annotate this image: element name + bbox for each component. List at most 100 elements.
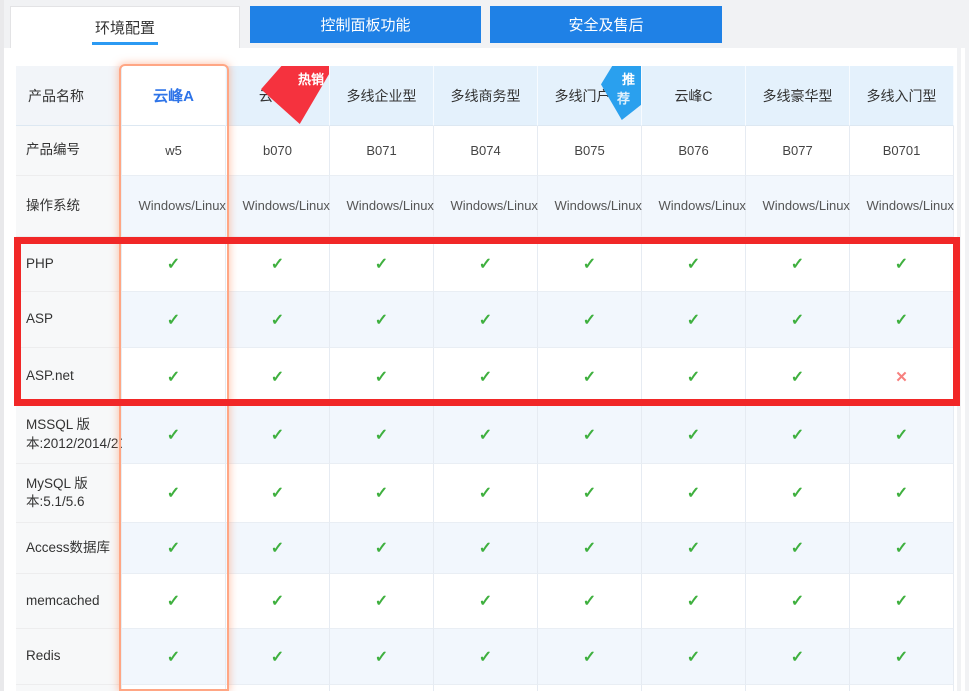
- data-cell: B077: [746, 126, 850, 176]
- data-cell: b070: [226, 126, 330, 176]
- tab-control-panel-features[interactable]: 控制面板功能: [250, 6, 481, 43]
- check-icon: ✓: [791, 538, 804, 558]
- check-icon: ✓: [895, 538, 908, 558]
- data-cell: ✓: [850, 237, 954, 292]
- data-cell: Windows/Linux: [538, 176, 642, 237]
- check-icon: ✓: [167, 310, 180, 330]
- product-header-cell: 多线商务型: [434, 66, 538, 126]
- check-icon: ✓: [271, 538, 284, 558]
- data-cell: ✓: [434, 348, 538, 406]
- recommend-badge-label: 荐: [617, 88, 630, 107]
- data-cell: ✓: [434, 523, 538, 574]
- data-cell: ✓: [434, 574, 538, 629]
- corner-header-label: 产品名称: [28, 86, 84, 106]
- check-icon: ✓: [167, 254, 180, 274]
- data-cell: B076: [642, 126, 746, 176]
- data-cell: [330, 685, 434, 691]
- row-label: ASP: [26, 310, 53, 328]
- data-cell: ✓: [330, 629, 434, 685]
- data-cell: ✓: [642, 523, 746, 574]
- data-cell: ✓: [746, 348, 850, 406]
- data-cell: [850, 685, 954, 691]
- data-cell: Windows/Linux: [642, 176, 746, 237]
- cross-icon: ✕: [895, 368, 908, 386]
- data-cell: ✓: [642, 348, 746, 406]
- check-icon: ✓: [895, 254, 908, 274]
- check-icon: ✓: [167, 367, 180, 387]
- scrollbar[interactable]: [961, 48, 965, 691]
- check-icon: ✓: [375, 310, 388, 330]
- check-icon: ✓: [167, 483, 180, 503]
- check-icon: ✓: [687, 310, 700, 330]
- os-value: Windows/Linux: [139, 196, 209, 217]
- product-name: 云峰C: [674, 86, 712, 106]
- tab-label: 安全及售后: [568, 14, 643, 35]
- check-icon: ✓: [271, 591, 284, 611]
- check-icon: ✓: [479, 367, 492, 387]
- feature-row: PHP✓✓✓✓✓✓✓✓: [16, 237, 954, 292]
- check-icon: ✓: [479, 425, 492, 445]
- data-cell: ✓: [330, 237, 434, 292]
- data-cell: ✓: [122, 464, 226, 523]
- check-icon: ✓: [687, 591, 700, 611]
- check-icon: ✓: [375, 425, 388, 445]
- check-icon: ✓: [271, 310, 284, 330]
- check-icon: ✓: [479, 254, 492, 274]
- data-cell: Windows/Linux: [746, 176, 850, 237]
- product-header-cell: 多线企业型: [330, 66, 434, 126]
- row-label: 产品编号: [26, 141, 80, 159]
- check-icon: ✓: [895, 647, 908, 667]
- check-icon: ✓: [895, 591, 908, 611]
- data-cell: ✓: [642, 237, 746, 292]
- data-cell: ✓: [538, 629, 642, 685]
- data-cell: ✓: [642, 292, 746, 348]
- product-code: b070: [263, 143, 292, 158]
- check-icon: ✓: [375, 483, 388, 503]
- data-cell: ✓: [850, 523, 954, 574]
- check-icon: ✓: [895, 483, 908, 503]
- check-icon: ✓: [583, 367, 596, 387]
- product-header-cell: 云峰C: [642, 66, 746, 126]
- data-cell: ✓: [642, 629, 746, 685]
- data-cell: ✓: [746, 523, 850, 574]
- feature-row: MSSQL 版本:2012/2014/2016✓✓✓✓✓✓✓✓: [16, 406, 954, 464]
- data-cell: ✓: [642, 406, 746, 464]
- data-cell: ✓: [538, 237, 642, 292]
- data-cell: ✓: [642, 464, 746, 523]
- product-name: 多线商务型: [451, 86, 521, 106]
- product-code: B074: [470, 143, 500, 158]
- check-icon: ✓: [167, 425, 180, 445]
- data-cell: ✓: [434, 406, 538, 464]
- tab-environment-config[interactable]: 环境配置: [10, 6, 240, 48]
- data-cell: ✓: [434, 629, 538, 685]
- partial-row: [16, 685, 954, 691]
- feature-row: ASP.net✓✓✓✓✓✓✓✕: [16, 348, 954, 406]
- page-left-margin: [0, 0, 4, 691]
- check-icon: ✓: [375, 254, 388, 274]
- data-cell: ✓: [226, 237, 330, 292]
- row-label-cell: ASP.net: [16, 348, 122, 406]
- data-cell: ✓: [538, 523, 642, 574]
- check-icon: ✓: [167, 591, 180, 611]
- check-icon: ✓: [167, 538, 180, 558]
- check-icon: ✓: [687, 538, 700, 558]
- data-cell: ✓: [538, 348, 642, 406]
- check-icon: ✓: [791, 591, 804, 611]
- data-cell: Windows/Linux: [434, 176, 538, 237]
- data-cell: ✓: [746, 237, 850, 292]
- hot-badge-label: 热销: [298, 69, 324, 88]
- check-icon: ✓: [479, 310, 492, 330]
- check-icon: ✓: [479, 538, 492, 558]
- data-cell: ✓: [746, 574, 850, 629]
- product-header-cell: 云峰A: [122, 66, 226, 126]
- product-code: B0701: [883, 143, 921, 158]
- data-cell: ✓: [330, 574, 434, 629]
- os-value: Windows/Linux: [347, 196, 417, 217]
- check-icon: ✓: [687, 254, 700, 274]
- data-cell: ✕: [850, 348, 954, 406]
- product-name: 多线豪华型: [763, 86, 833, 106]
- tab-security-aftersales[interactable]: 安全及售后: [490, 6, 722, 43]
- check-icon: ✓: [479, 591, 492, 611]
- data-cell: ✓: [122, 348, 226, 406]
- row-label: MySQL 版本:5.1/5.6: [26, 475, 114, 511]
